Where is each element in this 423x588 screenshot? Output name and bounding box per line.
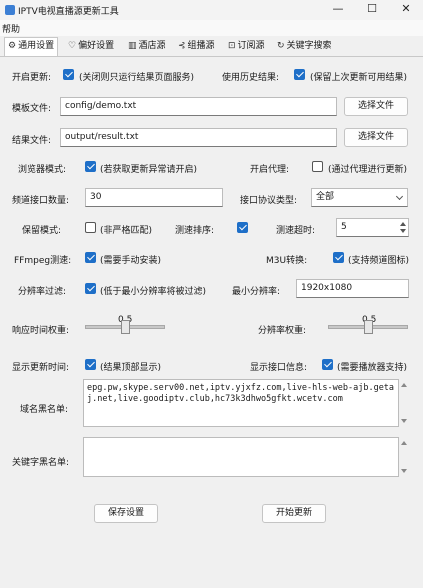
template-file-input[interactable]: config/demo.txt: [60, 97, 337, 116]
open-update-checkbox[interactable]: [63, 69, 74, 80]
tab-keyword-search[interactable]: ↻ 关键字搜索: [274, 38, 335, 56]
use-history-label: 使用历史结果:: [222, 73, 280, 83]
domain-blacklist-scrollbar[interactable]: [399, 379, 409, 427]
m3u-desc: (支持频道图标): [348, 256, 410, 266]
keyword-blacklist-label: 关键字黑名单:: [12, 458, 70, 468]
browser-mode-label: 浏览器模式:: [18, 165, 67, 175]
minimize-button[interactable]: —: [321, 0, 355, 20]
tab-preference[interactable]: ♡ 偏好设置: [65, 38, 117, 56]
speed-sort-checkbox[interactable]: [237, 222, 248, 233]
resolution-filter-label: 分辨率过滤:: [18, 287, 67, 297]
window-title: IPTV电视直播源更新工具: [18, 7, 119, 17]
tab-label: 偏好设置: [78, 41, 115, 51]
show-interface-info-checkbox[interactable]: [322, 359, 333, 370]
keyword-blacklist-scrollbar[interactable]: [399, 437, 409, 477]
ffmpeg-checkbox[interactable]: [85, 252, 96, 263]
show-update-time-label: 显示更新时间:: [12, 363, 70, 373]
use-history-checkbox[interactable]: [294, 69, 305, 80]
protocol-type-select[interactable]: 全部: [311, 188, 408, 207]
domain-blacklist-label: 域名黑名单:: [20, 405, 69, 415]
proxy-checkbox[interactable]: [312, 161, 323, 172]
template-file-label: 模板文件:: [12, 104, 52, 114]
ffmpeg-label: FFmpeg测速:: [14, 256, 72, 266]
response-weight-slider-thumb[interactable]: [120, 320, 130, 334]
ffmpeg-desc: (需要手动安装): [100, 256, 162, 266]
spin-up-icon[interactable]: [400, 222, 406, 226]
resolution-weight-label: 分辨率权重:: [258, 326, 307, 336]
start-update-button[interactable]: 开始更新: [262, 504, 326, 523]
keep-mode-label: 保留模式:: [22, 226, 62, 236]
keep-mode-desc: (非严格匹配): [100, 226, 153, 236]
heart-icon: ♡: [68, 41, 77, 51]
tab-label: 酒店源: [138, 41, 166, 51]
spin-down-icon[interactable]: [400, 229, 406, 233]
result-file-label: 结果文件:: [12, 136, 52, 146]
speed-timeout-value: 5: [341, 222, 347, 232]
search-refresh-icon: ↻: [277, 41, 285, 51]
app-icon: [5, 5, 15, 15]
result-choose-file-button[interactable]: 选择文件: [344, 128, 408, 147]
domain-blacklist-textarea[interactable]: epg.pw,skype.serv00.net,iptv.yjxfz.com,l…: [83, 379, 399, 427]
save-settings-button[interactable]: 保存设置: [94, 504, 158, 523]
m3u-checkbox[interactable]: [333, 252, 344, 263]
resolution-filter-checkbox[interactable]: [85, 283, 96, 294]
protocol-type-label: 接口协议类型:: [240, 196, 298, 206]
hotel-icon: ▥: [128, 41, 137, 51]
scroll-up-icon[interactable]: [401, 441, 407, 445]
speed-timeout-label: 测速超时:: [276, 226, 316, 236]
result-file-input[interactable]: output/result.txt: [60, 128, 337, 147]
min-resolution-label: 最小分辨率:: [232, 287, 281, 297]
show-interface-info-label: 显示接口信息:: [250, 363, 308, 373]
resolution-filter-desc: (低于最小分辨率将被过滤): [100, 287, 207, 297]
browser-mode-checkbox[interactable]: [85, 161, 96, 172]
m3u-label: M3U转换:: [266, 256, 308, 266]
maximize-button[interactable]: ☐: [355, 0, 389, 20]
chevron-down-icon: [395, 192, 404, 201]
channel-count-value: 30: [90, 192, 102, 202]
tab-bar: ⚙ 通用设置 ♡ 偏好设置 ▥ 酒店源 ⊰ 组播源 ⊡ 订阅源 ↻ 关键字搜索: [0, 36, 423, 57]
subscribe-icon: ⊡: [228, 41, 236, 51]
resolution-weight-slider-thumb[interactable]: [363, 320, 373, 334]
keyword-blacklist-textarea[interactable]: [83, 437, 399, 477]
tab-label: 关键字搜索: [286, 41, 332, 51]
template-choose-file-button[interactable]: 选择文件: [344, 97, 408, 116]
proxy-desc: (通过代理进行更新): [328, 165, 408, 175]
tab-general[interactable]: ⚙ 通用设置: [4, 37, 59, 57]
speed-timeout-spinbox[interactable]: 5: [336, 218, 409, 237]
tab-multicast[interactable]: ⊰ 组播源: [175, 38, 218, 56]
multicast-icon: ⊰: [178, 41, 186, 51]
protocol-type-value: 全部: [316, 192, 335, 202]
proxy-label: 开启代理:: [250, 165, 290, 175]
tab-label: 组播源: [187, 41, 215, 51]
tab-label: 订阅源: [237, 41, 265, 51]
menu-help[interactable]: 帮助: [2, 22, 20, 35]
response-weight-label: 响应时间权重:: [12, 326, 70, 336]
use-history-desc: (保留上次更新可用结果): [310, 73, 408, 83]
speed-sort-label: 测速排序:: [175, 226, 215, 236]
scroll-down-icon[interactable]: [401, 419, 407, 423]
tab-hotel[interactable]: ▥ 酒店源: [125, 38, 169, 56]
tab-subscribe[interactable]: ⊡ 订阅源: [225, 38, 268, 56]
show-interface-info-desc: (需要播放器支持): [337, 363, 408, 373]
browser-mode-desc: (若获取更新异常请开启): [100, 165, 198, 175]
open-update-desc: (关闭则只运行结果页面服务): [79, 73, 195, 83]
show-update-time-desc: (结果顶部显示): [100, 363, 162, 373]
gear-icon: ⚙: [8, 41, 17, 51]
general-settings-panel: 开启更新: (关闭则只运行结果页面服务) 使用历史结果: (保留上次更新可用结果…: [0, 56, 423, 588]
open-update-label: 开启更新:: [12, 73, 52, 83]
keep-mode-checkbox[interactable]: [85, 222, 96, 233]
channel-count-input[interactable]: 30: [85, 188, 223, 207]
min-resolution-input[interactable]: 1920x1080: [296, 279, 409, 298]
scroll-down-icon[interactable]: [401, 469, 407, 473]
menu-bar: 帮助: [0, 20, 423, 36]
title-bar: IPTV电视直播源更新工具 — ☐ ✕: [0, 0, 423, 20]
scroll-up-icon[interactable]: [401, 383, 407, 387]
show-update-time-checkbox[interactable]: [85, 359, 96, 370]
close-button[interactable]: ✕: [389, 0, 423, 20]
channel-count-label: 频道接口数量:: [12, 196, 70, 206]
tab-label: 通用设置: [18, 41, 55, 51]
